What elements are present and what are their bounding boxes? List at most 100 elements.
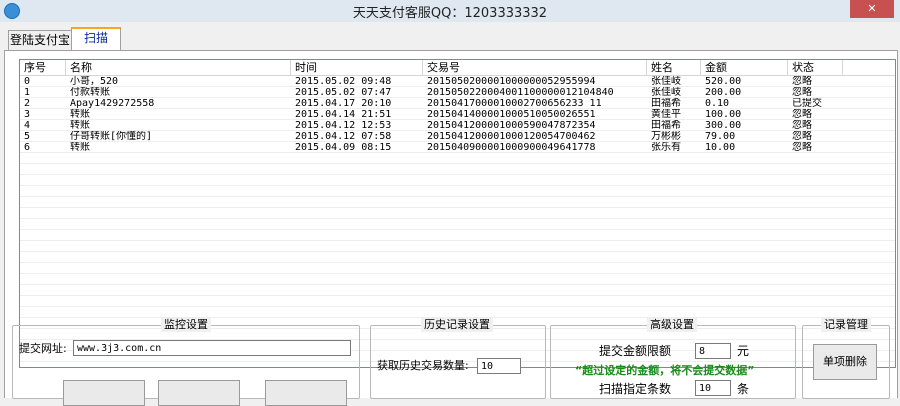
cell-status: 忽略 bbox=[792, 87, 812, 98]
column-header-name[interactable]: 名称 bbox=[66, 60, 291, 75]
cell-index: 5 bbox=[24, 131, 31, 142]
grid-line bbox=[20, 229, 895, 230]
cell-amount: 300.00 bbox=[705, 120, 742, 131]
grid-line bbox=[20, 273, 895, 274]
cell-status: 忽略 bbox=[792, 76, 812, 87]
table-row[interactable]: 6 转账 2015.04.09 08:15 201504090000100090004… bbox=[20, 142, 895, 153]
cell-time: 2015.04.12 12:53 bbox=[295, 120, 392, 131]
cell-name: 转账 bbox=[70, 142, 90, 153]
cell-amount: 200.00 bbox=[705, 87, 742, 98]
cell-payer: 张佳岐 bbox=[651, 76, 681, 87]
cell-index: 0 bbox=[24, 76, 31, 87]
cell-trade-no: 20150417000010002700656233 11 bbox=[427, 98, 602, 109]
grid-line bbox=[20, 295, 895, 296]
grid-line bbox=[20, 240, 895, 241]
cell-index: 2 bbox=[24, 98, 31, 109]
scan-count-input[interactable]: 10 bbox=[695, 380, 731, 396]
cell-trade-no: 2015041200001000590047872354 bbox=[427, 120, 596, 131]
advanced-settings-title: 高级设置 bbox=[647, 318, 697, 332]
cell-time: 2015.05.02 07:47 bbox=[295, 87, 392, 98]
history-count-label: 获取历史交易数量: bbox=[377, 359, 469, 372]
column-header-trade-no[interactable]: 交易号 bbox=[423, 60, 647, 75]
table-row[interactable]: 0 小哥，520 2015.05.02 09:48 20150502000010000… bbox=[20, 76, 895, 87]
table-row[interactable]: 5 仔哥转账[你懂的] 2015.04.12 07:58 20150412000010… bbox=[20, 131, 895, 142]
amount-limit-unit: 元 bbox=[737, 344, 750, 358]
column-header-time[interactable]: 时间 bbox=[291, 60, 423, 75]
delete-item-button[interactable]: 单项删除 bbox=[813, 344, 877, 380]
grid-line bbox=[20, 251, 895, 252]
limit-note: “超过设定的金额，将不会提交数据” bbox=[575, 364, 755, 377]
tab-bar: 登陆支付宝 扫描 bbox=[0, 22, 900, 53]
grid-line bbox=[20, 185, 895, 186]
settings-area: 监控设置 提交网址: www.3j3.com.cn 历史记录设置 获取历史交易数… bbox=[4, 317, 896, 406]
amount-limit-input[interactable]: 8 bbox=[695, 343, 731, 359]
window-title: 天天支付客服QQ：1203333332 bbox=[352, 6, 548, 21]
monitor-button-3[interactable] bbox=[265, 380, 347, 406]
cell-trade-no: 2015050220004001100000012104840 bbox=[427, 87, 614, 98]
column-header-payer[interactable]: 姓名 bbox=[647, 60, 701, 75]
history-count-input[interactable]: 10 bbox=[477, 358, 521, 374]
cell-trade-no: 2015041400001000510050026551 bbox=[427, 109, 596, 120]
cell-index: 1 bbox=[24, 87, 31, 98]
cell-amount: 100.00 bbox=[705, 109, 742, 120]
grid-line bbox=[20, 306, 895, 307]
cell-name: 仔哥转账[你懂的] bbox=[70, 131, 153, 142]
cell-status: 忽略 bbox=[792, 142, 812, 153]
cell-index: 6 bbox=[24, 142, 31, 153]
cell-name: 转账 bbox=[70, 120, 90, 131]
cell-amount: 10.00 bbox=[705, 142, 736, 153]
cell-name: 转账 bbox=[70, 109, 90, 120]
amount-limit-label: 提交金额限额 bbox=[599, 344, 672, 358]
history-settings-title: 历史记录设置 bbox=[421, 318, 493, 332]
title-bar: 天天支付客服QQ：1203333332 ✕ bbox=[0, 0, 900, 22]
records-title: 记录管理 bbox=[821, 318, 871, 332]
scan-count-unit: 条 bbox=[737, 382, 750, 396]
cell-time: 2015.04.17 20:10 bbox=[295, 98, 392, 109]
column-header-index[interactable]: 序号 bbox=[20, 60, 66, 75]
tab-login-alipay[interactable]: 登陆支付宝 bbox=[8, 30, 72, 51]
submit-url-label: 提交网址: bbox=[19, 342, 67, 355]
advanced-settings-group: 高级设置 提交金额限额 8 元 “超过设定的金额，将不会提交数据” 扫描指定条数… bbox=[550, 318, 796, 399]
grid-line bbox=[20, 196, 895, 197]
cell-payer: 田福希 bbox=[651, 98, 681, 109]
cell-status: 忽略 bbox=[792, 131, 812, 142]
scan-count-label: 扫描指定条数 bbox=[599, 382, 672, 396]
grid-line bbox=[20, 163, 895, 164]
monitor-settings-group: 监控设置 提交网址: www.3j3.com.cn bbox=[12, 318, 360, 406]
cell-payer: 田福希 bbox=[651, 120, 681, 131]
cell-status: 忽略 bbox=[792, 120, 812, 131]
grid-line bbox=[20, 218, 895, 219]
cell-trade-no: 2015040900001000900049641778 bbox=[427, 142, 596, 153]
cell-amount: 0.10 bbox=[705, 98, 730, 109]
cell-trade-no: 2015050200001000000052955994 bbox=[427, 76, 596, 87]
cell-amount: 520.00 bbox=[705, 76, 742, 87]
cell-status: 忽略 bbox=[792, 109, 812, 120]
column-header-status[interactable]: 状态 bbox=[788, 60, 843, 75]
monitor-button-1[interactable] bbox=[63, 380, 145, 406]
table-row[interactable]: 1 付款转账 2015.05.02 07:47 2015050220004001100… bbox=[20, 87, 895, 98]
cell-name: Apay1429272558 bbox=[70, 98, 155, 109]
cell-payer: 张佳岐 bbox=[651, 87, 681, 98]
table-row[interactable]: 3 转账 2015.04.14 21:51 201504140000100051005… bbox=[20, 109, 895, 120]
table-row[interactable]: 2 Apay1429272558 2015.04.17 20:10 201504170… bbox=[20, 98, 895, 109]
cell-time: 2015.04.12 07:58 bbox=[295, 131, 392, 142]
monitor-button-2[interactable] bbox=[158, 380, 240, 406]
table-row[interactable]: 4 转账 2015.04.12 12:53 201504120000100059004… bbox=[20, 120, 895, 131]
cell-name: 付款转账 bbox=[70, 87, 110, 98]
cell-index: 3 bbox=[24, 109, 31, 120]
cell-payer: 万彬彬 bbox=[651, 131, 681, 142]
column-header-amount[interactable]: 金额 bbox=[701, 60, 788, 75]
cell-trade-no: 2015041200001000120054700462 bbox=[427, 131, 596, 142]
cell-payer: 黄佳平 bbox=[651, 109, 681, 120]
cell-amount: 79.00 bbox=[705, 131, 736, 142]
list-header: 序号 名称 时间 交易号 姓名 金额 状态 bbox=[20, 60, 895, 76]
cell-name: 小哥，520 bbox=[70, 76, 119, 87]
cell-time: 2015.05.02 09:48 bbox=[295, 76, 392, 87]
cell-time: 2015.04.14 21:51 bbox=[295, 109, 392, 120]
cell-index: 4 bbox=[24, 120, 31, 131]
submit-url-input[interactable]: www.3j3.com.cn bbox=[73, 340, 351, 356]
cell-time: 2015.04.09 08:15 bbox=[295, 142, 392, 153]
close-button[interactable]: ✕ bbox=[850, 0, 894, 18]
monitor-settings-title: 监控设置 bbox=[161, 318, 211, 332]
records-group: 记录管理 单项删除 bbox=[802, 318, 890, 399]
